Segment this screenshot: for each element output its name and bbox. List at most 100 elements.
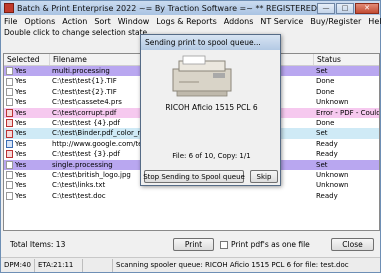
minimize-button[interactable]: —: [317, 2, 335, 14]
cell-status: Set: [316, 67, 328, 75]
cell-selected[interactable]: Yes: [4, 139, 50, 149]
cell-status: [314, 222, 379, 230]
cell-selected[interactable]: Yes: [4, 170, 50, 180]
main-window: Batch & Print Enterprise 2022 ~= By Trac…: [0, 0, 381, 273]
print-as-one-file-checkbox[interactable]: [220, 241, 228, 249]
cell-status: Ready: [316, 139, 338, 148]
tif-file-icon: [6, 77, 13, 86]
cell-selected[interactable]: Yes: [4, 87, 50, 97]
cell-selected[interactable]: Yes: [4, 180, 50, 190]
table-row[interactable]: [4, 221, 379, 230]
pdf-file-icon: [6, 119, 13, 128]
cell-selected[interactable]: Yes: [4, 118, 50, 128]
menu-buy-register[interactable]: Buy/Register: [310, 17, 361, 26]
menu-addons[interactable]: Addons: [224, 17, 254, 26]
cell-selected[interactable]: Yes: [4, 149, 50, 159]
printer-icon: [172, 55, 232, 97]
table-row[interactable]: Yes C:\test\test.doc Ready: [4, 190, 379, 202]
status-bar: DPM:40 ETA:21:11 Scanning spooler queue:…: [1, 257, 380, 272]
cell-selected[interactable]: [4, 211, 50, 221]
cell-selected[interactable]: [4, 201, 50, 211]
close-button[interactable]: Close: [331, 238, 374, 251]
status-spacer: [83, 258, 113, 272]
menu-logs-reports[interactable]: Logs & Reports: [156, 17, 216, 26]
cell-filename: [50, 222, 314, 230]
selected-value: Yes: [15, 67, 27, 75]
column-header-status[interactable]: Status: [314, 54, 379, 65]
selected-value: Yes: [15, 160, 27, 169]
pdf-file-icon: [6, 150, 13, 159]
cell-selected[interactable]: Yes: [4, 108, 50, 118]
status-eta: ETA:21:11: [35, 258, 83, 272]
table-row[interactable]: [4, 211, 379, 222]
tif-file-icon: [6, 87, 13, 96]
cell-selected[interactable]: Yes: [4, 160, 50, 170]
selected-value: Yes: [15, 77, 27, 86]
selected-value: Yes: [15, 129, 27, 138]
image-file-icon: [6, 171, 13, 180]
cell-selected[interactable]: Yes: [4, 66, 50, 76]
selection-hint: Double click to change selection state: [4, 28, 148, 37]
file-icon: [6, 160, 13, 169]
cell-status: Done: [316, 87, 335, 96]
menu-nt-service[interactable]: NT Service: [260, 17, 303, 26]
spool-dialog: Sending print to spool queue... RICOH Af…: [140, 34, 281, 186]
pdf-file-icon: [6, 108, 13, 117]
dialog-title[interactable]: Sending print to spool queue...: [141, 35, 280, 50]
cell-status: Unknown: [316, 181, 349, 190]
cell-status: [314, 201, 379, 211]
cell-selected[interactable]: Yes: [4, 97, 50, 107]
selected-value: Yes: [15, 118, 27, 127]
menu-sort[interactable]: Sort: [94, 17, 110, 26]
menu-window[interactable]: Window: [118, 17, 150, 26]
cell-status: Ready: [316, 150, 338, 159]
cell-selected[interactable]: Yes: [4, 76, 50, 86]
app-icon: [4, 3, 14, 13]
status-dpm: DPM:40: [1, 258, 35, 272]
text-file-icon: [6, 181, 13, 190]
cell-filename: [50, 201, 314, 211]
maximize-button[interactable]: □: [336, 2, 354, 14]
menu-help[interactable]: Help: [368, 17, 381, 26]
cell-status: Set: [316, 129, 328, 138]
menu-file[interactable]: File: [4, 17, 17, 26]
selected-value: Yes: [15, 139, 27, 148]
web-page-icon: [6, 139, 13, 148]
cell-selected[interactable]: Yes: [4, 128, 50, 138]
print-button[interactable]: Print: [173, 238, 214, 251]
selected-value: Yes: [15, 150, 27, 159]
stop-sending-button[interactable]: Stop Sending to Spool queue: [143, 170, 245, 183]
status-message: Scanning spooler queue: RICOH Aficio 151…: [116, 260, 349, 269]
selected-value: Yes: [15, 181, 27, 190]
cell-selected[interactable]: Yes: [4, 191, 50, 201]
cell-status: Set: [316, 160, 328, 169]
cell-selected[interactable]: [4, 222, 50, 230]
cell-status: Unknown: [316, 98, 349, 107]
doc-file-icon: [6, 191, 13, 200]
selected-value: Yes: [15, 108, 27, 117]
file-icon: [6, 98, 13, 107]
cell-status: Error - PDF - Could not ope: [316, 108, 379, 117]
column-header-selected[interactable]: Selected: [4, 54, 50, 65]
dialog-printer-name: RICOH Aficio 1515 PCL 6: [165, 103, 258, 112]
selected-value: Yes: [15, 191, 27, 200]
cell-status: [314, 211, 379, 221]
cell-status: Done: [316, 118, 335, 127]
menu-action[interactable]: Action: [62, 17, 87, 26]
total-items-label: Total Items: 13: [10, 240, 66, 249]
cell-status: Ready: [316, 191, 338, 200]
close-window-button[interactable]: ✕: [355, 2, 379, 14]
menu-bar: File Options Action Sort Window Logs & R…: [1, 15, 381, 27]
title-bar[interactable]: Batch & Print Enterprise 2022 ~= By Trac…: [1, 1, 380, 15]
pdf-file-icon: [6, 129, 13, 138]
print-as-one-file-label: Print pdf's as one file: [231, 240, 310, 249]
selected-value: Yes: [15, 98, 27, 107]
cell-filename: [50, 211, 314, 221]
table-row[interactable]: [4, 201, 379, 212]
cell-status: Done: [316, 77, 335, 86]
dialog-progress: File: 6 of 10, Copy: 1/1: [172, 152, 251, 160]
selected-value: Yes: [15, 170, 27, 179]
menu-options[interactable]: Options: [24, 17, 55, 26]
skip-button[interactable]: Skip: [250, 170, 278, 183]
file-icon: [6, 67, 13, 76]
